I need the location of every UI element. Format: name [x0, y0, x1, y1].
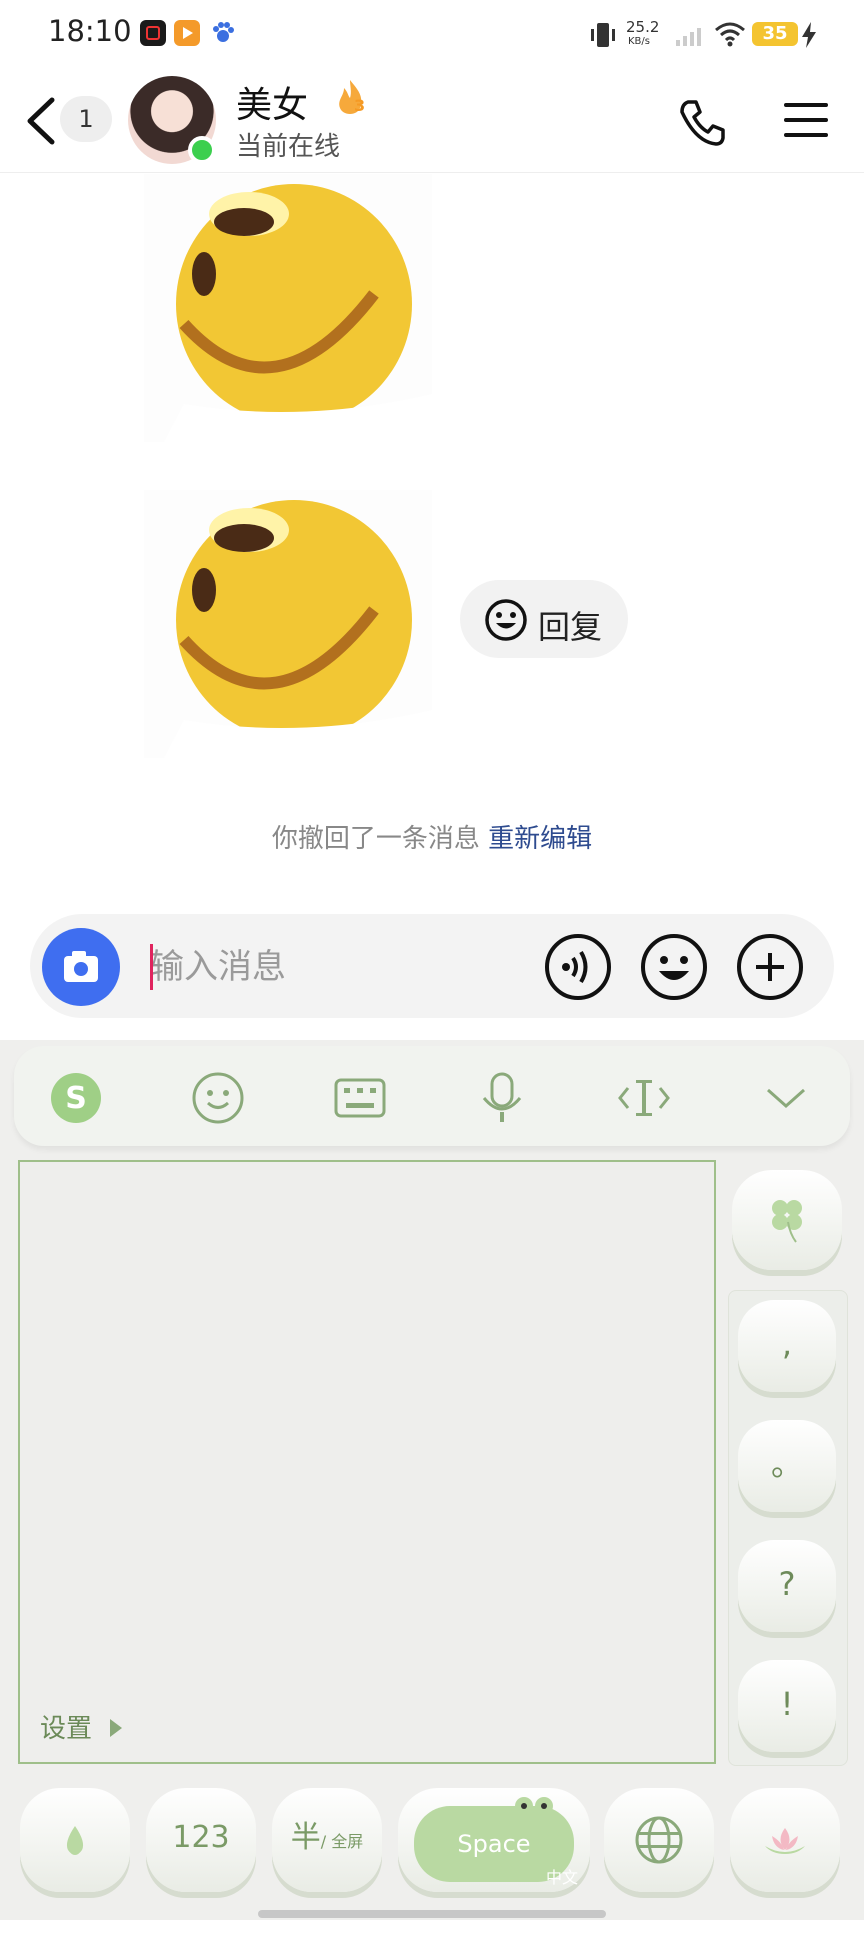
recall-text: 你撤回了一条消息	[271, 824, 480, 854]
space-sub-label: 中文	[546, 1868, 579, 1887]
half-key-label: 半	[290, 1820, 321, 1855]
globe-key[interactable]	[604, 1788, 714, 1892]
status-time: 18:10	[48, 14, 132, 48]
handwriting-settings[interactable]: 设置	[40, 1708, 123, 1745]
period-key[interactable]: 。	[738, 1420, 836, 1512]
back-button[interactable]	[22, 94, 62, 148]
lotus-key[interactable]	[730, 1788, 840, 1892]
full-key-label: / 全屏	[320, 1832, 364, 1851]
sogou-logo-icon[interactable]: S	[48, 1070, 104, 1126]
net-speed: 25.2	[626, 18, 660, 36]
wifi-icon	[714, 20, 746, 48]
numeric-key[interactable]: 123	[146, 1788, 256, 1892]
voice-icon[interactable]	[544, 933, 612, 1001]
microphone-icon[interactable]	[474, 1070, 530, 1126]
camera-button[interactable]	[42, 928, 120, 1006]
menu-icon[interactable]	[782, 100, 830, 140]
keyboard-layout-icon[interactable]	[332, 1070, 388, 1126]
settings-label: 设置	[40, 1714, 93, 1744]
battery-indicator: 35	[752, 22, 798, 46]
emoji-icon[interactable]	[640, 933, 708, 1001]
svg-text:S: S	[65, 1081, 87, 1116]
home-indicator[interactable]	[258, 1910, 606, 1918]
net-unit: KB/s	[628, 36, 650, 47]
signal-icon	[676, 26, 706, 48]
play-arrow-icon	[110, 1719, 123, 1737]
phone-icon[interactable]	[676, 96, 728, 148]
recall-notice: 你撤回了一条消息 重新编辑	[0, 818, 864, 855]
contact-name[interactable]: 美女	[236, 76, 308, 128]
keyboard-toolbar	[14, 1046, 850, 1146]
player-app-icon	[174, 20, 200, 46]
plus-icon[interactable]	[736, 933, 804, 1001]
drop-key[interactable]	[20, 1788, 130, 1892]
sticker-message[interactable]	[144, 174, 432, 442]
frog-eyes-icon	[514, 1794, 554, 1818]
paw-app-icon	[210, 20, 236, 46]
handwriting-pad[interactable]	[18, 1160, 716, 1764]
reply-label[interactable]: 回复	[538, 602, 602, 648]
clover-key[interactable]	[732, 1170, 842, 1270]
collapse-keyboard-icon[interactable]	[758, 1070, 814, 1126]
online-indicator	[188, 136, 216, 164]
sticker-message[interactable]	[144, 490, 432, 758]
charging-icon	[800, 22, 818, 48]
smiley-icon	[484, 598, 528, 642]
cursor-move-icon[interactable]	[616, 1070, 672, 1126]
online-status: 当前在线	[236, 132, 341, 162]
re-edit-link[interactable]: 重新编辑	[488, 824, 592, 854]
streak-count: 3	[354, 96, 366, 115]
comma-key[interactable]: ,	[738, 1300, 836, 1392]
unread-count-badge[interactable]: 1	[60, 96, 112, 142]
video-app-icon	[140, 20, 166, 46]
question-key[interactable]: ?	[738, 1540, 836, 1632]
vibrate-icon	[588, 20, 618, 50]
exclamation-key[interactable]: !	[738, 1660, 836, 1752]
text-cursor	[150, 944, 153, 990]
half-full-key[interactable]: 半/ 全屏	[272, 1788, 382, 1892]
message-input[interactable]	[150, 940, 510, 994]
keyboard-emoji-icon[interactable]	[190, 1070, 246, 1126]
